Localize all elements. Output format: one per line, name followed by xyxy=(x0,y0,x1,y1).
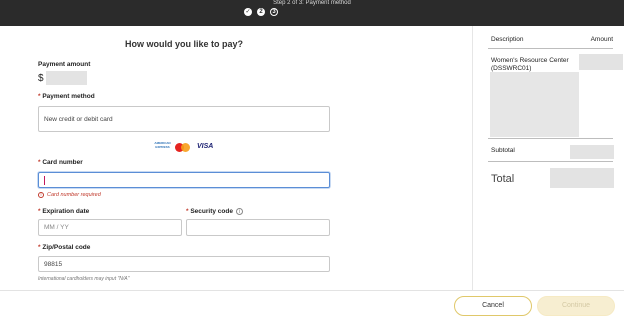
visa-logo-icon: VISA xyxy=(197,143,214,150)
card-number-error: ! Card number required xyxy=(38,192,101,198)
expiration-label: * Expiration date xyxy=(38,208,90,215)
amount-column-header: Amount xyxy=(590,36,613,43)
security-code-label: * Security code i xyxy=(186,208,243,215)
divider xyxy=(488,161,613,162)
payment-method-label: * Payment method xyxy=(38,93,95,100)
continue-button[interactable]: Continue xyxy=(537,296,615,316)
line-item-details-redacted xyxy=(490,72,579,137)
footer-bar: Cancel Continue xyxy=(0,290,624,330)
progress-header: Step 2 of 3: Payment method ✓ 2 3 xyxy=(0,0,624,26)
line-item-name: Women's Resource Center (DSSWRC01) xyxy=(491,57,569,72)
total-amount-redacted xyxy=(550,168,614,188)
international-hint: International cardholders may input "N/A… xyxy=(38,276,130,282)
subtotal-amount-redacted xyxy=(570,145,614,159)
divider xyxy=(488,138,613,139)
zip-value: 98815 xyxy=(44,260,63,268)
info-icon[interactable]: i xyxy=(235,208,243,215)
line-item-amount-redacted xyxy=(579,54,623,70)
step-1-done-icon: ✓ xyxy=(244,8,252,16)
description-column-header: Description xyxy=(491,36,524,43)
required-mark: * xyxy=(38,93,41,100)
step-2-current: 2 xyxy=(257,8,265,16)
subtotal-label: Subtotal xyxy=(491,147,515,154)
step-label: Step 2 of 3: Payment method xyxy=(273,0,351,6)
card-number-input[interactable] xyxy=(38,172,330,188)
payment-amount-redacted xyxy=(46,71,87,85)
payment-form: How would you like to pay? Payment amoun… xyxy=(0,26,472,290)
mastercard-logo-icon xyxy=(175,142,193,152)
summary-header: Description Amount xyxy=(488,32,613,49)
currency-symbol: $ xyxy=(38,73,44,84)
error-icon: ! xyxy=(38,192,44,198)
security-code-input[interactable] xyxy=(186,219,330,236)
zip-label: * Zip/Postal code xyxy=(38,244,91,251)
order-summary: Description Amount Women's Resource Cent… xyxy=(472,26,624,290)
payment-method-select[interactable]: New credit or debit card xyxy=(38,106,330,132)
step-3-pending: 3 xyxy=(270,8,278,16)
card-number-label: * Card number xyxy=(38,159,83,166)
form-title: How would you like to pay? xyxy=(124,39,243,49)
step-indicator: ✓ 2 3 xyxy=(244,8,280,18)
expiration-input[interactable]: MM / YY xyxy=(38,219,182,236)
total-label: Total xyxy=(491,173,515,185)
cancel-button[interactable]: Cancel xyxy=(454,296,532,316)
amex-logo-icon: AMERICAN EXPRESS xyxy=(154,141,171,149)
zip-input[interactable]: 98815 xyxy=(38,256,330,272)
text-caret xyxy=(44,175,45,185)
expiration-placeholder: MM / YY xyxy=(44,224,69,231)
payment-method-value: New credit or debit card xyxy=(44,115,113,123)
payment-amount-label: Payment amount xyxy=(38,61,91,68)
